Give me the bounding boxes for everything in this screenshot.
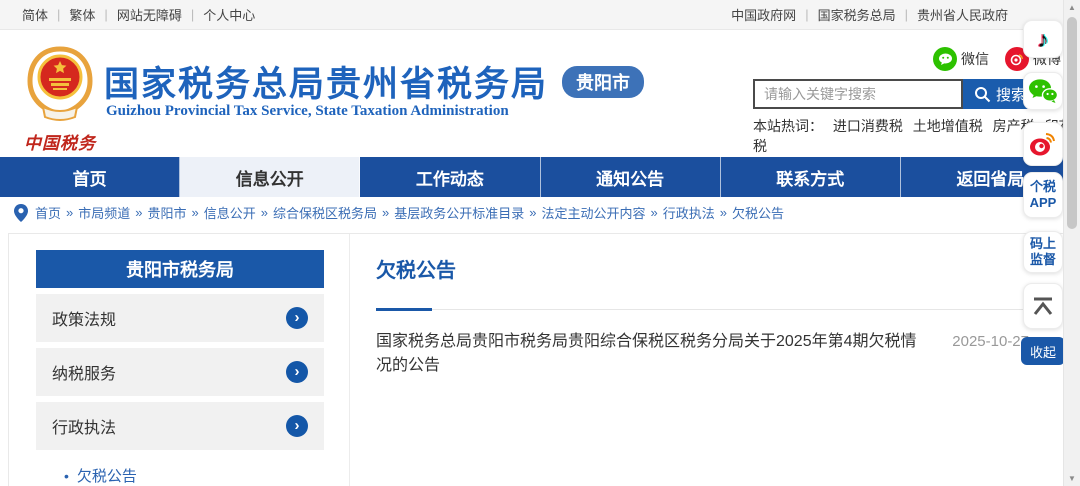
link-state-tax-admin[interactable]: 国家税务总局 xyxy=(818,5,896,24)
scrollbar-thumb[interactable] xyxy=(1067,17,1077,229)
breadcrumb-separator: » xyxy=(720,205,727,220)
breadcrumb-separator: » xyxy=(66,205,73,220)
breadcrumb-item[interactable]: 基层政务公开标准目录 xyxy=(394,203,524,222)
chevron-right-icon: › xyxy=(286,415,308,437)
search-bar: 搜索 xyxy=(753,79,1037,109)
breadcrumb-separator: » xyxy=(382,205,389,220)
content-box: 贵阳市税务局 政策法规 › 纳税服务 › 行政执法 › • 欠税公告 欠税公告 … xyxy=(8,233,1070,486)
bullet-icon: • xyxy=(64,468,69,484)
breadcrumb-separator: » xyxy=(261,205,268,220)
column-divider xyxy=(349,234,350,486)
topbar-divider: | xyxy=(805,7,808,22)
breadcrumb-item[interactable]: 首页 xyxy=(35,203,61,222)
back-to-top-button[interactable] xyxy=(1023,283,1063,329)
sidebar-item-label: 纳税服务 xyxy=(52,360,116,384)
topbar-right-links: 中国政府网 | 国家税务总局 | 贵州省人民政府 xyxy=(731,5,1008,24)
douyin-icon: ♪ xyxy=(1037,28,1049,51)
breadcrumb-item[interactable]: 市局频道 xyxy=(78,203,130,222)
sidebar-item-policies[interactable]: 政策法规 › xyxy=(36,294,324,342)
breadcrumb: 首页 » 市局频道 » 贵阳市 » 信息公开 » 综合保税区税务局 » 基层政务… xyxy=(14,203,784,222)
link-china-gov[interactable]: 中国政府网 xyxy=(731,5,796,24)
topbar-divider: | xyxy=(191,7,194,22)
wechat-widget[interactable] xyxy=(1023,72,1063,110)
topbar-left-links: 简体 | 繁体 | 网站无障碍 | 个人中心 xyxy=(22,5,255,24)
page: 简体 | 繁体 | 网站无障碍 | 个人中心 中国政府网 | 国家税务总局 | … xyxy=(0,0,1080,486)
nav-item-work-dynamics[interactable]: 工作动态 xyxy=(360,157,540,197)
article-title[interactable]: 国家税务总局贵阳市税务局贵阳综合保税区税务分局关于2025年第4期欠税情况的公告 xyxy=(376,327,932,375)
back-to-top-icon xyxy=(1030,295,1056,317)
chevron-right-icon: › xyxy=(286,361,308,383)
link-traditional-chinese[interactable]: 繁体 xyxy=(69,5,95,24)
breadcrumb-item[interactable]: 综合保税区税务局 xyxy=(273,203,377,222)
breadcrumb-item[interactable]: 欠税公告 xyxy=(732,203,784,222)
topbar-divider: | xyxy=(57,7,60,22)
nav-item-notices[interactable]: 通知公告 xyxy=(541,157,721,197)
sidebar-item-tax-services[interactable]: 纳税服务 › xyxy=(36,348,324,396)
main-content: 欠税公告 国家税务总局贵阳市税务局贵阳综合保税区税务分局关于2025年第4期欠税… xyxy=(376,234,1029,375)
scrollbar-down-arrow[interactable]: ▼ xyxy=(1064,474,1080,483)
sidebar-title: 贵阳市税务局 xyxy=(36,250,324,288)
nav-item-info-disclosure[interactable]: 信息公开 xyxy=(180,157,360,197)
title-divider xyxy=(376,307,1029,310)
personal-tax-app-label: 个税APP xyxy=(1028,179,1058,210)
code-supervision-widget[interactable]: 码上监督 xyxy=(1023,231,1063,273)
sidebar-item-administrative-enforcement[interactable]: 行政执法 › xyxy=(36,402,324,450)
search-input[interactable] xyxy=(753,79,963,109)
breadcrumb-item[interactable]: 贵阳市 xyxy=(148,203,187,222)
article-date: 2025-10-27 xyxy=(952,333,1029,350)
hot-words-label: 本站热词： xyxy=(753,118,823,134)
tax-emblem-logo: 中国税务 xyxy=(18,44,102,154)
search-button-label: 搜索 xyxy=(996,84,1026,105)
city-badge[interactable]: 贵阳市 xyxy=(562,66,644,98)
code-supervision-label: 码上监督 xyxy=(1028,236,1058,267)
sidebar-item-label: 行政执法 xyxy=(52,414,116,438)
national-emblem-icon xyxy=(21,44,99,122)
scrollbar-up-arrow[interactable]: ▲ xyxy=(1064,3,1080,12)
link-guizhou-gov[interactable]: 贵州省人民政府 xyxy=(917,5,1008,24)
site-subtitle-english: Guizhou Provincial Tax Service, State Ta… xyxy=(106,103,509,120)
nav-item-contact[interactable]: 联系方式 xyxy=(721,157,901,197)
sidebar-item-label: 政策法规 xyxy=(52,306,116,330)
site-header: 中国税务 国家税务总局贵州省税务局 贵阳市 Guizhou Provincial… xyxy=(0,30,1080,157)
link-simplified-chinese[interactable]: 简体 xyxy=(22,5,48,24)
vertical-scrollbar[interactable]: ▲ ▼ xyxy=(1063,0,1080,486)
collapse-button[interactable]: 收起 xyxy=(1021,337,1065,365)
wechat-icon xyxy=(1028,78,1058,104)
location-pin-icon xyxy=(14,204,28,222)
topbar-divider: | xyxy=(905,7,908,22)
main-nav: 首页 信息公开 工作动态 通知公告 联系方式 返回省局 xyxy=(0,157,1080,197)
breadcrumb-separator: » xyxy=(135,205,142,220)
sidebar-subitem-tax-arrears-notice[interactable]: • 欠税公告 xyxy=(36,465,324,486)
topbar-divider: | xyxy=(104,7,107,22)
wechat-icon[interactable] xyxy=(933,47,957,71)
magnifier-icon xyxy=(974,86,991,103)
breadcrumb-item[interactable]: 信息公开 xyxy=(204,203,256,222)
link-accessibility[interactable]: 网站无障碍 xyxy=(117,5,182,24)
top-utility-bar: 简体 | 繁体 | 网站无障碍 | 个人中心 中国政府网 | 国家税务总局 | … xyxy=(0,0,1080,30)
site-title: 国家税务总局贵州省税务局 xyxy=(104,56,548,107)
sidebar-subitem-label: 欠税公告 xyxy=(77,465,137,486)
sidebar: 贵阳市税务局 政策法规 › 纳税服务 › 行政执法 › • 欠税公告 xyxy=(36,250,324,486)
link-personal-center[interactable]: 个人中心 xyxy=(203,5,255,24)
page-title: 欠税公告 xyxy=(376,254,1029,283)
breadcrumb-separator: » xyxy=(192,205,199,220)
nav-item-home[interactable]: 首页 xyxy=(0,157,180,197)
weibo-widget[interactable] xyxy=(1023,122,1063,166)
douyin-widget[interactable]: ♪ xyxy=(1023,20,1063,58)
chevron-right-icon: › xyxy=(286,307,308,329)
wechat-label[interactable]: 微信 xyxy=(961,49,989,69)
hot-word[interactable]: 进口消费税 xyxy=(833,118,903,134)
breadcrumb-item[interactable]: 行政执法 xyxy=(663,203,715,222)
personal-tax-app-widget[interactable]: 个税APP xyxy=(1023,172,1063,218)
breadcrumb-item[interactable]: 法定主动公开内容 xyxy=(542,203,646,222)
logo-caption: 中国税务 xyxy=(18,129,102,154)
weibo-icon xyxy=(1028,131,1058,157)
breadcrumb-separator: » xyxy=(529,205,536,220)
hot-word[interactable]: 土地增值税 xyxy=(913,118,983,134)
article-list-item[interactable]: 国家税务总局贵阳市税务局贵阳综合保税区税务分局关于2025年第4期欠税情况的公告… xyxy=(376,327,1029,375)
breadcrumb-separator: » xyxy=(651,205,658,220)
